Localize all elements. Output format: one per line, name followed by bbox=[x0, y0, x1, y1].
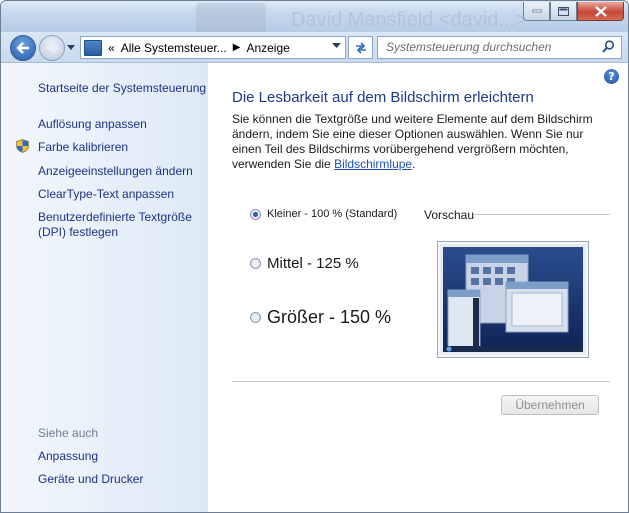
option-large-label[interactable]: Größer - 150 % bbox=[267, 307, 391, 328]
page-description: Sie können die Textgröße und weitere Ele… bbox=[232, 112, 612, 172]
task-sidebar: Startseite der Systemsteuerung Auflösung… bbox=[1, 63, 208, 512]
radio-medium[interactable] bbox=[250, 258, 261, 269]
see-also-heading: Siehe auch bbox=[38, 426, 99, 440]
option-small[interactable]: Kleiner - 100 % (Standard) bbox=[250, 208, 397, 220]
option-medium[interactable]: Mittel - 125 % bbox=[250, 255, 359, 272]
address-dropdown-icon[interactable] bbox=[332, 43, 341, 49]
sidebar-link-control-panel-home[interactable]: Startseite der Systemsteuerung bbox=[38, 81, 206, 96]
option-medium-label[interactable]: Mittel - 125 % bbox=[267, 255, 359, 272]
recent-pages-dropdown-icon[interactable] bbox=[67, 43, 75, 51]
main-content: ? Die Lesbarkeit auf dem Bildschirm erle… bbox=[208, 63, 628, 512]
sidebar-link-personalization[interactable]: Anpassung bbox=[38, 449, 98, 464]
breadcrumb-overflow[interactable]: « bbox=[108, 41, 115, 55]
sidebar-link-calibrate-color[interactable]: Farbe kalibrieren bbox=[38, 140, 128, 155]
back-button[interactable] bbox=[10, 35, 36, 61]
sidebar-link-devices-printers[interactable]: Geräte und Drucker bbox=[38, 472, 143, 487]
control-panel-window: David Mansfield <david...> « Alle System… bbox=[0, 0, 629, 513]
content-divider bbox=[232, 381, 610, 382]
breadcrumb-item-display[interactable]: Anzeige bbox=[246, 41, 289, 55]
close-button[interactable] bbox=[577, 2, 624, 21]
caption-buttons bbox=[523, 2, 624, 21]
preview-image bbox=[437, 241, 589, 358]
search-box[interactable] bbox=[377, 36, 622, 59]
page-title: Die Lesbarkeit auf dem Bildschirm erleic… bbox=[232, 89, 534, 106]
desktop-preview-icon bbox=[443, 247, 583, 352]
option-large[interactable]: Größer - 150 % bbox=[250, 307, 391, 328]
uac-shield-icon bbox=[16, 139, 29, 153]
forward-button[interactable] bbox=[39, 35, 65, 61]
minimize-icon bbox=[531, 9, 542, 13]
control-panel-icon bbox=[84, 39, 102, 56]
maximize-button[interactable] bbox=[550, 2, 577, 21]
maximize-icon bbox=[558, 6, 569, 16]
forward-arrow-icon bbox=[46, 42, 59, 54]
titlebar-ghost-image bbox=[196, 3, 266, 33]
preview-label: Vorschau bbox=[424, 208, 475, 222]
breadcrumb-item-all-control-panel[interactable]: Alle Systemsteuer... bbox=[121, 41, 227, 55]
apply-button[interactable]: Übernehmen bbox=[501, 395, 599, 415]
sidebar-link-adjust-cleartype[interactable]: ClearType-Text anpassen bbox=[38, 187, 174, 202]
minimize-button[interactable] bbox=[523, 2, 550, 21]
search-icon[interactable] bbox=[602, 40, 615, 53]
titlebar[interactable]: David Mansfield <david...> bbox=[1, 1, 628, 33]
close-icon bbox=[594, 5, 607, 17]
sidebar-link-change-display-settings[interactable]: Anzeigeeinstellungen ändern bbox=[38, 164, 193, 179]
option-small-label[interactable]: Kleiner - 100 % (Standard) bbox=[267, 208, 397, 220]
titlebar-ghost-text: David Mansfield <david...> bbox=[291, 9, 527, 31]
breadcrumb[interactable]: « Alle Systemsteuer... ▶ Anzeige bbox=[80, 36, 346, 59]
back-arrow-icon bbox=[16, 42, 29, 54]
radio-large[interactable] bbox=[250, 312, 261, 323]
search-input[interactable] bbox=[378, 37, 591, 56]
refresh-button[interactable] bbox=[348, 36, 373, 59]
magnifier-link[interactable]: Bildschirmlupe bbox=[334, 157, 412, 171]
breadcrumb-separator-icon[interactable]: ▶ bbox=[233, 42, 241, 53]
radio-small[interactable] bbox=[250, 208, 261, 220]
sidebar-link-adjust-resolution[interactable]: Auflösung anpassen bbox=[38, 117, 147, 132]
description-end: . bbox=[412, 157, 416, 171]
sidebar-link-custom-dpi[interactable]: Benutzerdefinierte Textgröße (DPI) festl… bbox=[38, 210, 203, 240]
preview-divider bbox=[474, 214, 610, 215]
refresh-icon bbox=[355, 41, 366, 54]
address-toolbar: « Alle Systemsteuer... ▶ Anzeige bbox=[1, 32, 628, 63]
help-button[interactable]: ? bbox=[604, 69, 619, 84]
